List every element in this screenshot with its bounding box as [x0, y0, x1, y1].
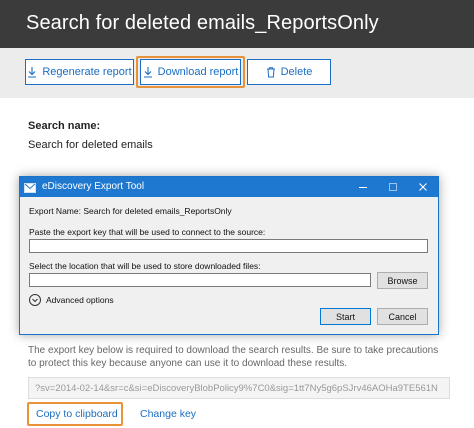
export-key-field[interactable]: ?sv=2014-02-14&sr=c&si=eDiscoveryBlobPol… — [28, 377, 450, 399]
trash-icon — [266, 66, 276, 78]
regenerate-report-label: Regenerate report — [42, 66, 132, 78]
toolbar: Regenerate report Download report Delete — [0, 48, 474, 98]
regenerate-report-button[interactable]: Regenerate report — [25, 59, 134, 85]
page-title: Search for deleted emails_ReportsOnly — [26, 12, 379, 34]
download-highlight — [136, 56, 245, 88]
search-name-label: Search name: — [28, 120, 101, 132]
browse-button[interactable]: Browse — [377, 272, 428, 289]
export-name-text: Export Name: Search for deleted emails_R… — [29, 206, 232, 216]
app-icon — [24, 181, 36, 193]
maximize-icon[interactable] — [378, 177, 408, 197]
cancel-button[interactable]: Cancel — [377, 308, 428, 325]
export-tool-dialog: eDiscovery Export Tool Export Name: Sear… — [19, 176, 439, 335]
close-icon[interactable] — [408, 177, 438, 197]
export-key-prompt: Paste the export key that will be used t… — [29, 227, 266, 237]
delete-label: Delete — [280, 66, 313, 78]
panel-header: Search for deleted emails_ReportsOnly — [0, 0, 474, 48]
chevron-down-icon[interactable] — [29, 294, 41, 306]
start-button[interactable]: Start — [320, 308, 371, 325]
change-key-link[interactable]: Change key — [140, 408, 196, 420]
search-name-value: Search for deleted emails — [28, 139, 153, 151]
advanced-options-toggle[interactable]: Advanced options — [46, 295, 114, 305]
copy-highlight — [27, 402, 123, 426]
location-input[interactable] — [29, 273, 371, 287]
delete-button[interactable]: Delete — [247, 59, 331, 85]
location-prompt: Select the location that will be used to… — [29, 261, 261, 271]
export-key-notice: The export key below is required to down… — [28, 345, 439, 369]
minimize-icon[interactable] — [348, 177, 378, 197]
export-key-input[interactable] — [29, 239, 428, 253]
download-icon — [27, 66, 37, 78]
dialog-titlebar[interactable]: eDiscovery Export Tool — [20, 177, 438, 197]
dialog-title: eDiscovery Export Tool — [42, 181, 145, 192]
